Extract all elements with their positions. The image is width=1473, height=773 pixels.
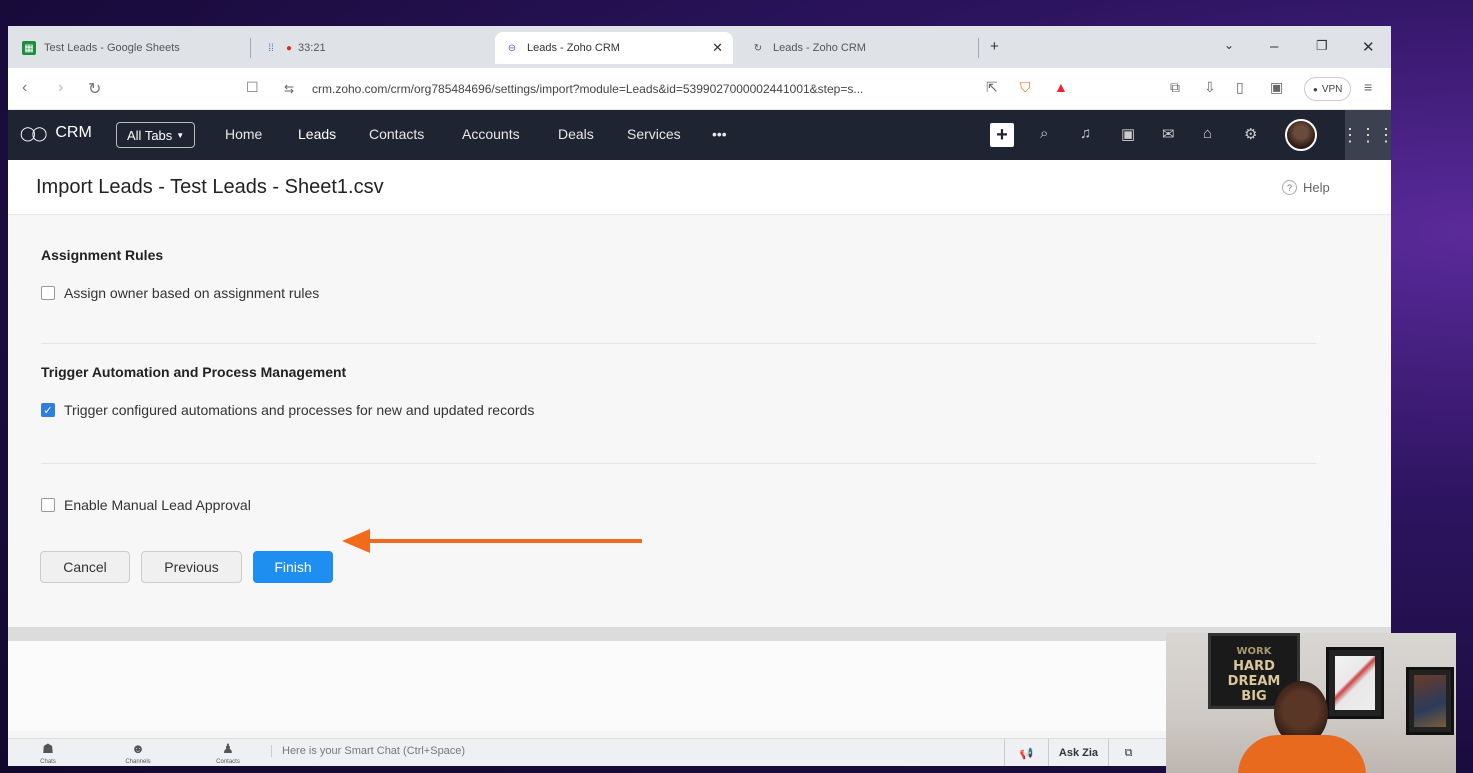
trigger-automation-option[interactable]: ✓ Trigger configured automations and pro… — [41, 402, 534, 418]
url-input[interactable]: ⇆ crm.zoho.com/crm/org785484696/settings… — [276, 76, 1009, 102]
nav-leads[interactable]: Leads — [293, 126, 341, 163]
zia-icon[interactable]: ⧉ — [1108, 739, 1148, 766]
close-tab-icon[interactable]: ✕ — [712, 40, 723, 56]
restore-icon[interactable]: ❐ — [1316, 38, 1328, 54]
wall-art-frame — [1326, 647, 1384, 719]
previous-button[interactable]: Previous — [141, 551, 242, 583]
tab-leads-zoho[interactable]: ↻ Leads - Zoho CRM — [741, 32, 977, 64]
tab-google-sheets[interactable]: ▦ Test Leads - Google Sheets — [12, 32, 248, 64]
nav-home[interactable]: Home — [225, 126, 262, 142]
site-settings-icon[interactable]: ⇆ — [284, 82, 294, 96]
new-tab-button[interactable]: + — [990, 38, 999, 55]
nav-accounts[interactable]: Accounts — [462, 126, 520, 142]
zoho-rings-icon: ◯◯ — [20, 124, 47, 141]
calendar-icon[interactable]: ▣ — [1121, 125, 1135, 143]
crm-logo[interactable]: ◯◯ CRM — [20, 124, 92, 142]
tab-list-chevron-icon[interactable]: ⌄ — [1224, 38, 1234, 52]
assign-owner-option[interactable]: Assign owner based on assignment rules — [41, 285, 319, 301]
tab-recording[interactable]: ⁞⁞ ● 33:21 — [254, 32, 490, 64]
create-plus-icon[interactable]: + — [990, 123, 1014, 147]
help-link[interactable]: ? Help — [1282, 180, 1330, 195]
recording-icon: ● — [286, 42, 293, 54]
manual-approval-checkbox[interactable] — [41, 498, 55, 512]
search-icon[interactable]: ⌕ — [1040, 125, 1048, 142]
bookmark-icon[interactable]: ☐ — [246, 79, 259, 96]
caret-down-icon: ▼ — [176, 130, 185, 140]
tab-strip: ▦ Test Leads - Google Sheets ⁞⁞ ● 33:21 … — [8, 26, 1391, 68]
nav-more[interactable]: ••• — [712, 126, 727, 142]
tab-leads-zoho-active[interactable]: ⊖ Leads - Zoho CRM ✕ — [495, 32, 733, 64]
contacts-icon: ♟ — [222, 741, 234, 756]
trigger-automation-title: Trigger Automation and Process Managemen… — [41, 364, 347, 380]
finish-button[interactable]: Finish — [253, 551, 333, 583]
brave-shield-icon[interactable]: ⛉ — [1020, 79, 1031, 96]
import-settings: Assignment Rules Assign owner based on a… — [8, 215, 1391, 627]
workspace-icon: ⁞⁞ — [268, 42, 274, 54]
crm-nav: ◯◯ CRM All Tabs ▼ Home Leads Contacts Ac… — [8, 110, 1391, 163]
announcement-icon[interactable]: 📢 — [1004, 739, 1048, 766]
avatar[interactable] — [1285, 119, 1317, 151]
all-tabs-dropdown[interactable]: All Tabs ▼ — [116, 122, 196, 148]
brave-rewards-icon[interactable]: ▲ — [1054, 79, 1068, 95]
sidebar-icon[interactable]: ▯ — [1236, 79, 1244, 96]
minimize-icon[interactable]: – — [1270, 38, 1278, 55]
help-icon: ? — [1282, 180, 1297, 195]
bell-icon[interactable]: ♫ — [1080, 125, 1091, 142]
address-bar: ‹ › ↻ ☐ ⇆ crm.zoho.com/crm/org785484696/… — [8, 68, 1391, 110]
channels-icon: ☻ — [131, 741, 145, 756]
mail-icon[interactable]: ✉ — [1162, 125, 1175, 143]
channels-button[interactable]: ☻ Channels — [118, 741, 158, 766]
page-header: Import Leads - Test Leads - Sheet1.csv ?… — [8, 160, 1391, 215]
webcam-overlay: WORK HARD DREAM BIG — [1166, 633, 1456, 773]
chats-button[interactable]: ☗ Chats — [28, 741, 68, 766]
chat-icon: ☗ — [42, 741, 54, 756]
vpn-button[interactable]: ● VPN — [1304, 77, 1352, 101]
wall-art-frame-2 — [1406, 667, 1454, 735]
reload-icon: ↻ — [753, 42, 763, 54]
wallet-icon[interactable]: ▣ — [1270, 79, 1283, 96]
marketplace-icon[interactable]: ⌂ — [1203, 125, 1212, 142]
ask-zia-button[interactable]: Ask Zia — [1048, 739, 1108, 766]
vpn-dot-icon: ● — [1313, 84, 1318, 94]
gear-icon[interactable]: ⚙ — [1244, 125, 1257, 143]
page-title: Import Leads - Test Leads - Sheet1.csv — [36, 176, 384, 198]
apps-grid-icon[interactable]: ⋮⋮⋮ — [1341, 110, 1391, 160]
nav-contacts[interactable]: Contacts — [369, 126, 424, 142]
contacts-button[interactable]: ♟ Contacts — [208, 741, 248, 766]
annotation-arrow — [342, 529, 642, 553]
sheets-icon: ▦ — [22, 41, 36, 55]
smart-chat-input[interactable]: Here is your Smart Chat (Ctrl+Space) — [271, 745, 465, 757]
presenter-body — [1238, 735, 1366, 773]
cancel-button[interactable]: Cancel — [40, 551, 130, 583]
extensions-icon[interactable]: ⧉ — [1170, 79, 1180, 96]
share-icon[interactable]: ⇱ — [986, 79, 998, 96]
manual-approval-option[interactable]: Enable Manual Lead Approval — [41, 497, 251, 513]
back-icon[interactable]: ‹ — [22, 79, 27, 97]
trigger-automation-checkbox[interactable]: ✓ — [41, 403, 55, 417]
forward-icon[interactable]: › — [58, 79, 63, 97]
assign-owner-checkbox[interactable] — [41, 286, 55, 300]
zoho-icon: ⊖ — [507, 42, 517, 54]
nav-deals[interactable]: Deals — [558, 126, 594, 142]
reload-page-icon[interactable]: ↻ — [88, 79, 101, 99]
nav-services[interactable]: Services — [627, 126, 681, 142]
download-icon[interactable]: ⇩ — [1204, 79, 1216, 96]
menu-icon[interactable]: ≡ — [1364, 79, 1372, 95]
assignment-rules-title: Assignment Rules — [41, 247, 164, 263]
close-window-icon[interactable]: ✕ — [1362, 38, 1375, 56]
